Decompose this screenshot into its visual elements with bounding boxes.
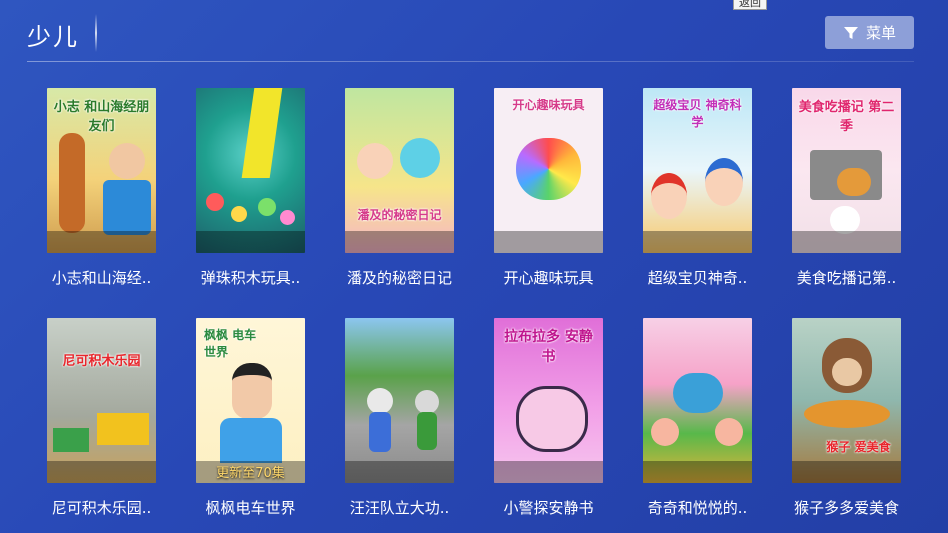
content-grid: 小志 和山海经朋友们 小志和山海经.. 弹珠积木玩具.. 潘及的秘密日记 潘及的… <box>47 88 901 528</box>
card-title: 猴子多多爱美食 <box>793 499 899 517</box>
card-title: 超级宝贝神奇.. <box>647 269 748 287</box>
header-divider <box>27 61 914 62</box>
card-title: 汪汪队立大功.. <box>349 499 450 517</box>
poster-title: 枫枫 电车世界 <box>204 328 257 359</box>
poster-image: 尼可积木乐园 <box>47 318 156 483</box>
menu-button[interactable]: 菜单 <box>825 16 914 49</box>
video-card[interactable]: 猴子 爱美食 猴子多多爱美食 <box>792 318 901 528</box>
page-title: 少儿 <box>27 23 79 51</box>
poster-title: 开心趣味玩具 <box>512 98 585 112</box>
card-title: 尼可积木乐园.. <box>51 499 152 517</box>
video-card[interactable]: 美食吃播记 第二季 美食吃播记第.. <box>792 88 901 298</box>
poster-title: 猴子 爱美食 <box>826 440 891 454</box>
poster-title: 小志 和山海经朋友们 <box>53 100 150 134</box>
card-title: 美食吃播记第.. <box>796 269 897 287</box>
video-card[interactable]: 小志 和山海经朋友们 小志和山海经.. <box>47 88 156 298</box>
poster-title: 超级宝贝 神奇科学 <box>653 98 742 129</box>
title-divider <box>95 14 97 52</box>
poster-image <box>196 88 305 253</box>
video-card[interactable]: 拉布拉多 安静书 小警探安静书 <box>494 318 603 528</box>
video-card[interactable]: 开心趣味玩具 开心趣味玩具 <box>494 88 603 298</box>
poster-image: 猴子 爱美食 <box>792 318 901 483</box>
poster-image: 枫枫 电车世界 更新至70集 <box>196 318 305 483</box>
poster-title: 拉布拉多 安静书 <box>504 329 593 365</box>
poster-title: 美食吃播记 第二季 <box>798 100 895 134</box>
poster-image: 小志 和山海经朋友们 <box>47 88 156 253</box>
video-card[interactable]: 尼可积木乐园 尼可积木乐园.. <box>47 318 156 528</box>
poster-image: 超级宝贝 神奇科学 <box>643 88 752 253</box>
menu-button-label: 菜单 <box>865 24 896 42</box>
card-title: 小警探安静书 <box>503 499 594 517</box>
card-title: 潘及的秘密日记 <box>346 269 452 287</box>
video-card[interactable]: 汪汪队立大功.. <box>345 318 454 528</box>
video-card[interactable]: 弹珠积木玩具.. <box>196 88 305 298</box>
poster-title: 潘及的秘密日记 <box>357 208 442 222</box>
poster-image: 拉布拉多 安静书 <box>494 318 603 483</box>
episode-update-label: 更新至70集 <box>216 466 285 481</box>
card-title: 枫枫电车世界 <box>205 499 296 517</box>
poster-image: 潘及的秘密日记 <box>345 88 454 253</box>
filter-icon <box>843 26 858 39</box>
poster-image: 美食吃播记 第二季 <box>792 88 901 253</box>
video-card[interactable]: 潘及的秘密日记 潘及的秘密日记 <box>345 88 454 298</box>
video-card[interactable]: 超级宝贝 神奇科学 超级宝贝神奇.. <box>643 88 752 298</box>
card-title: 弹珠积木玩具.. <box>200 269 301 287</box>
poster-title: 尼可积木乐园 <box>62 354 141 369</box>
poster-image <box>643 318 752 483</box>
card-title: 开心趣味玩具 <box>503 269 594 287</box>
video-card[interactable]: 枫枫 电车世界 更新至70集 枫枫电车世界 <box>196 318 305 528</box>
card-title: 小志和山海经.. <box>51 269 152 287</box>
video-card[interactable]: 奇奇和悦悦的.. <box>643 318 752 528</box>
card-title: 奇奇和悦悦的.. <box>647 499 748 517</box>
poster-image: 开心趣味玩具 <box>494 88 603 253</box>
back-tooltip: 返回 <box>733 0 767 10</box>
poster-image <box>345 318 454 483</box>
